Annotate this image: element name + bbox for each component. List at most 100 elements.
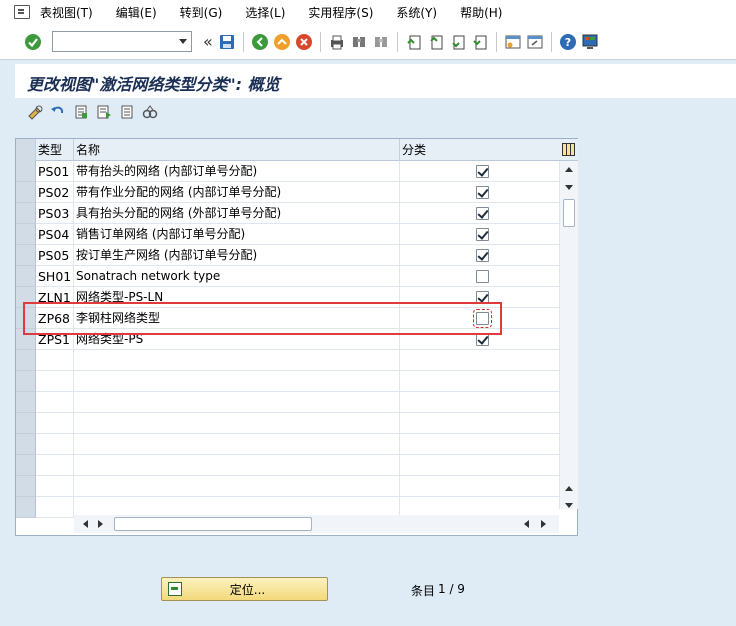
row-selector[interactable] xyxy=(16,497,36,518)
select-all-rows-button[interactable] xyxy=(16,139,36,161)
table-row[interactable]: SH01 Sonatrach network type xyxy=(16,266,559,287)
table-row[interactable] xyxy=(16,434,559,455)
cell-name[interactable]: Sonatrach network type xyxy=(74,266,400,287)
back-arrows-icon[interactable]: « xyxy=(203,32,213,51)
table-row[interactable]: ZP68 李钢柱网络类型 xyxy=(16,308,559,329)
row-selector[interactable] xyxy=(16,455,36,476)
cell-name[interactable]: 李钢柱网络类型 xyxy=(74,308,400,329)
command-field[interactable] xyxy=(52,31,192,52)
position-button[interactable]: 定位... xyxy=(161,577,328,601)
row-selector[interactable] xyxy=(16,287,36,308)
cell-type[interactable] xyxy=(36,434,74,455)
scroll-right-icon[interactable] xyxy=(98,520,103,528)
row-selector[interactable] xyxy=(16,350,36,371)
cell-type[interactable] xyxy=(36,497,74,518)
cell-name[interactable] xyxy=(74,455,400,476)
table-row[interactable] xyxy=(16,392,559,413)
cell-type[interactable]: PS01 xyxy=(36,161,74,182)
next-page-icon[interactable] xyxy=(449,33,467,51)
column-header-type[interactable]: 类型 xyxy=(36,139,74,161)
menu-icon[interactable] xyxy=(14,5,30,19)
cell-type[interactable] xyxy=(36,350,74,371)
cell-type[interactable] xyxy=(36,413,74,434)
cell-name[interactable] xyxy=(74,371,400,392)
cell-name[interactable]: 带有作业分配的网络 (内部订单号分配) xyxy=(74,182,400,203)
help-icon[interactable]: ? xyxy=(559,33,577,51)
cell-name[interactable]: 网络类型-PS-LN xyxy=(74,287,400,308)
classification-checkbox[interactable] xyxy=(473,309,492,328)
horizontal-scroll-thumb[interactable] xyxy=(114,517,312,531)
cell-name[interactable]: 带有抬头的网络 (内部订单号分配) xyxy=(74,161,400,182)
cell-type[interactable]: PS05 xyxy=(36,245,74,266)
last-page-icon[interactable] xyxy=(471,33,489,51)
display-change-icon[interactable] xyxy=(27,104,43,120)
cell-type[interactable]: ZPS1 xyxy=(36,329,74,350)
chevron-down-icon[interactable] xyxy=(179,39,187,44)
new-entries-icon[interactable] xyxy=(73,104,89,120)
menu-edit[interactable]: 编辑(E) xyxy=(116,4,157,21)
row-selector[interactable] xyxy=(16,182,36,203)
table-row[interactable] xyxy=(16,413,559,434)
scroll-left-icon[interactable] xyxy=(524,520,529,528)
cell-name[interactable] xyxy=(74,392,400,413)
horizontal-scrollbar[interactable] xyxy=(74,515,559,533)
menu-table-view[interactable]: 表视图(T) xyxy=(40,4,93,21)
cell-type[interactable] xyxy=(36,455,74,476)
table-row[interactable]: PS03 具有抬头分配的网络 (外部订单号分配) xyxy=(16,203,559,224)
copy-as-icon[interactable] xyxy=(96,104,112,120)
new-session-icon[interactable] xyxy=(504,33,522,51)
vertical-scrollbar[interactable] xyxy=(559,161,578,509)
scroll-up-icon[interactable] xyxy=(565,167,573,172)
row-selector[interactable] xyxy=(16,224,36,245)
cell-type[interactable] xyxy=(36,371,74,392)
table-row[interactable]: PS01 带有抬头的网络 (内部订单号分配) xyxy=(16,161,559,182)
row-selector[interactable] xyxy=(16,392,36,413)
table-row[interactable] xyxy=(16,455,559,476)
cell-type[interactable]: PS02 xyxy=(36,182,74,203)
cell-name[interactable] xyxy=(74,350,400,371)
menu-selection[interactable]: 选择(L) xyxy=(245,4,285,21)
row-selector[interactable] xyxy=(16,413,36,434)
column-header-classification[interactable]: 分类 xyxy=(400,139,559,161)
classification-checkbox[interactable] xyxy=(476,249,489,262)
cell-type[interactable] xyxy=(36,392,74,413)
table-row[interactable]: ZPS1 网络类型-PS xyxy=(16,329,559,350)
row-selector[interactable] xyxy=(16,161,36,182)
row-selector[interactable] xyxy=(16,266,36,287)
enter-icon[interactable] xyxy=(24,33,42,51)
classification-checkbox[interactable] xyxy=(476,270,489,283)
row-selector[interactable] xyxy=(16,371,36,392)
save-icon[interactable] xyxy=(218,33,236,51)
menu-system[interactable]: 系统(Y) xyxy=(396,4,437,21)
table-settings-button[interactable] xyxy=(559,139,578,161)
menu-goto[interactable]: 转到(G) xyxy=(180,4,223,21)
table-row[interactable]: PS02 带有作业分配的网络 (内部订单号分配) xyxy=(16,182,559,203)
table-row[interactable] xyxy=(16,350,559,371)
back-icon[interactable] xyxy=(251,33,269,51)
scroll-down-icon[interactable] xyxy=(565,503,573,508)
classification-checkbox[interactable] xyxy=(476,228,489,241)
cell-type[interactable] xyxy=(36,476,74,497)
shortcut-icon[interactable] xyxy=(526,33,544,51)
column-header-name[interactable]: 名称 xyxy=(74,139,400,161)
cell-type[interactable]: PS03 xyxy=(36,203,74,224)
classification-checkbox[interactable] xyxy=(476,186,489,199)
row-selector[interactable] xyxy=(16,245,36,266)
select-all-icon[interactable] xyxy=(142,104,158,120)
classification-checkbox[interactable] xyxy=(476,291,489,304)
classification-checkbox[interactable] xyxy=(476,207,489,220)
row-selector[interactable] xyxy=(16,308,36,329)
scroll-right-icon[interactable] xyxy=(541,520,546,528)
print-icon[interactable] xyxy=(328,33,346,51)
find-next-icon[interactable] xyxy=(372,33,390,51)
table-row[interactable] xyxy=(16,476,559,497)
classification-checkbox[interactable] xyxy=(476,333,489,346)
cell-type[interactable]: SH01 xyxy=(36,266,74,287)
layout-icon[interactable] xyxy=(581,33,599,51)
undo-icon[interactable] xyxy=(50,104,66,120)
cell-type[interactable]: ZLN1 xyxy=(36,287,74,308)
menu-help[interactable]: 帮助(H) xyxy=(460,4,502,21)
cancel-icon[interactable] xyxy=(295,33,313,51)
first-page-icon[interactable] xyxy=(405,33,423,51)
previous-page-icon[interactable] xyxy=(427,33,445,51)
